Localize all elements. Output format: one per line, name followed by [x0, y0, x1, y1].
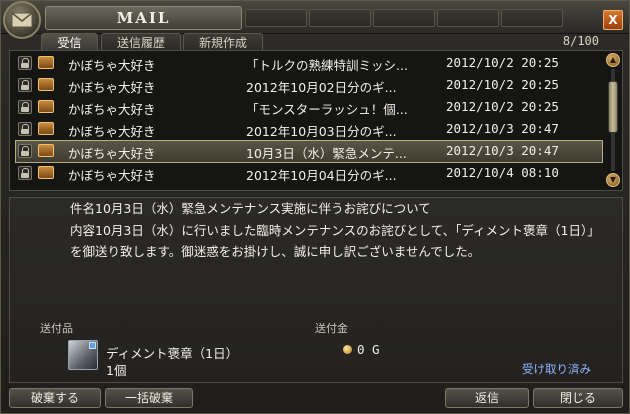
- mail-sender: かぼちゃ大好き: [68, 146, 156, 161]
- mail-date: 2012/10/3 20:47: [446, 121, 559, 136]
- scroll-thumb[interactable]: [608, 81, 618, 133]
- received-status: 受け取り済み: [522, 362, 591, 376]
- lock-icon: [18, 144, 32, 158]
- mail-row[interactable]: かぼちゃ大好き 2012年10月03日分のギ... 2012/10/3 20:4…: [16, 119, 602, 140]
- mail-date: 2012/10/2 20:25: [446, 99, 559, 114]
- package-icon: [38, 78, 54, 91]
- mail-date: 2012/10/2 20:25: [446, 77, 559, 92]
- mail-subject: 「トルクの熟練特訓ミッシ...: [246, 58, 408, 73]
- detail-subject: 10月3日（水）緊急メンテナンス実施に伴うお詫びについて: [95, 201, 431, 216]
- mail-date: 2012/10/2 20:25: [446, 55, 559, 70]
- package-icon: [38, 144, 54, 157]
- mail-list: かぼちゃ大好き 「トルクの熟練特訓ミッシ... 2012/10/2 20:25 …: [9, 50, 623, 191]
- reply-button[interactable]: 返信: [445, 388, 529, 408]
- title-decoration: [309, 9, 371, 27]
- detail-subject-line: 件名10月3日（水）緊急メンテナンス実施に伴うお詫びについて: [70, 198, 431, 217]
- package-icon: [38, 166, 54, 179]
- lock-icon: [18, 56, 32, 70]
- money-value: 0 G: [357, 342, 380, 357]
- mail-row-selected[interactable]: かぼちゃ大好き 10月3日（水）緊急メンテ... 2012/10/3 20:47: [15, 140, 603, 163]
- title-decoration: [501, 9, 563, 27]
- package-icon: [38, 100, 54, 113]
- discard-button[interactable]: 破棄する: [9, 388, 101, 408]
- attachment-quantity: 1個: [106, 363, 127, 378]
- money-label: 送付金: [315, 322, 348, 335]
- mail-row[interactable]: かぼちゃ大好き 2012年10月04日分のギ... 2012/10/4 08:1…: [16, 163, 602, 184]
- lock-icon: [18, 166, 32, 180]
- mail-row[interactable]: かぼちゃ大好き 「トルクの熟練特訓ミッシ... 2012/10/2 20:25: [16, 53, 602, 74]
- title-bar[interactable]: MAIL X: [1, 1, 629, 39]
- mail-list-scrollbar[interactable]: ▲ ▼: [606, 53, 620, 187]
- mail-subject: 2012年10月04日分のギ...: [246, 168, 397, 183]
- mail-sender: かぼちゃ大好き: [68, 102, 156, 117]
- mail-subject: 10月3日（水）緊急メンテ...: [246, 146, 407, 161]
- detail-content-text: 10月3日（水）に行いました臨時メンテナンスのお詫びとして、「ディメント褒章（1…: [70, 223, 600, 259]
- lock-icon: [18, 122, 32, 136]
- lock-icon: [18, 100, 32, 114]
- window-title: MAIL: [45, 6, 242, 30]
- attachment-label: 送付品: [40, 322, 73, 335]
- mail-subject: 2012年10月03日分のギ...: [246, 124, 397, 139]
- mail-date: 2012/10/3 20:47: [446, 143, 559, 158]
- scroll-down-icon[interactable]: ▼: [606, 173, 620, 187]
- mail-sender: かぼちゃ大好き: [68, 58, 156, 73]
- mail-sender: かぼちゃ大好き: [68, 168, 156, 183]
- mail-sender: かぼちゃ大好き: [68, 124, 156, 139]
- content-label: 内容: [70, 223, 96, 238]
- title-decoration: [373, 9, 435, 27]
- detail-content: 内容10月3日（水）に行いました臨時メンテナンスのお詫びとして、「ディメント褒章…: [70, 220, 605, 262]
- mail-subject: 2012年10月02日分のギ...: [246, 80, 397, 95]
- bulk-discard-button[interactable]: 一括破棄: [105, 388, 193, 408]
- mail-subject: 「モンスターラッシュ！個...: [246, 102, 408, 117]
- mail-envelope-icon: [3, 1, 41, 39]
- package-icon: [38, 56, 54, 69]
- scroll-up-icon[interactable]: ▲: [606, 53, 620, 67]
- armor-item-icon[interactable]: [68, 340, 98, 370]
- mail-window: MAIL X 受信 送信履歴 新規作成 8/100 かぼちゃ大好き 「トルクの熟…: [0, 0, 630, 414]
- mail-detail: 件名10月3日（水）緊急メンテナンス実施に伴うお詫びについて 内容10月3日（水…: [9, 197, 623, 383]
- subject-label: 件名: [70, 201, 96, 216]
- gold-coin-icon: [343, 345, 352, 354]
- mail-row[interactable]: かぼちゃ大好き 2012年10月02日分のギ... 2012/10/2 20:2…: [16, 75, 602, 96]
- package-icon: [38, 122, 54, 135]
- mail-sender: かぼちゃ大好き: [68, 80, 156, 95]
- mail-row[interactable]: かぼちゃ大好き 「モンスターラッシュ！個... 2012/10/2 20:25: [16, 97, 602, 118]
- close-mail-button[interactable]: 閉じる: [533, 388, 623, 408]
- mail-date: 2012/10/4 08:10: [446, 165, 559, 180]
- title-decoration: [245, 9, 307, 27]
- close-button[interactable]: X: [603, 10, 623, 30]
- lock-icon: [18, 78, 32, 92]
- title-decoration: [437, 9, 499, 27]
- mail-count: 8/100: [562, 34, 599, 48]
